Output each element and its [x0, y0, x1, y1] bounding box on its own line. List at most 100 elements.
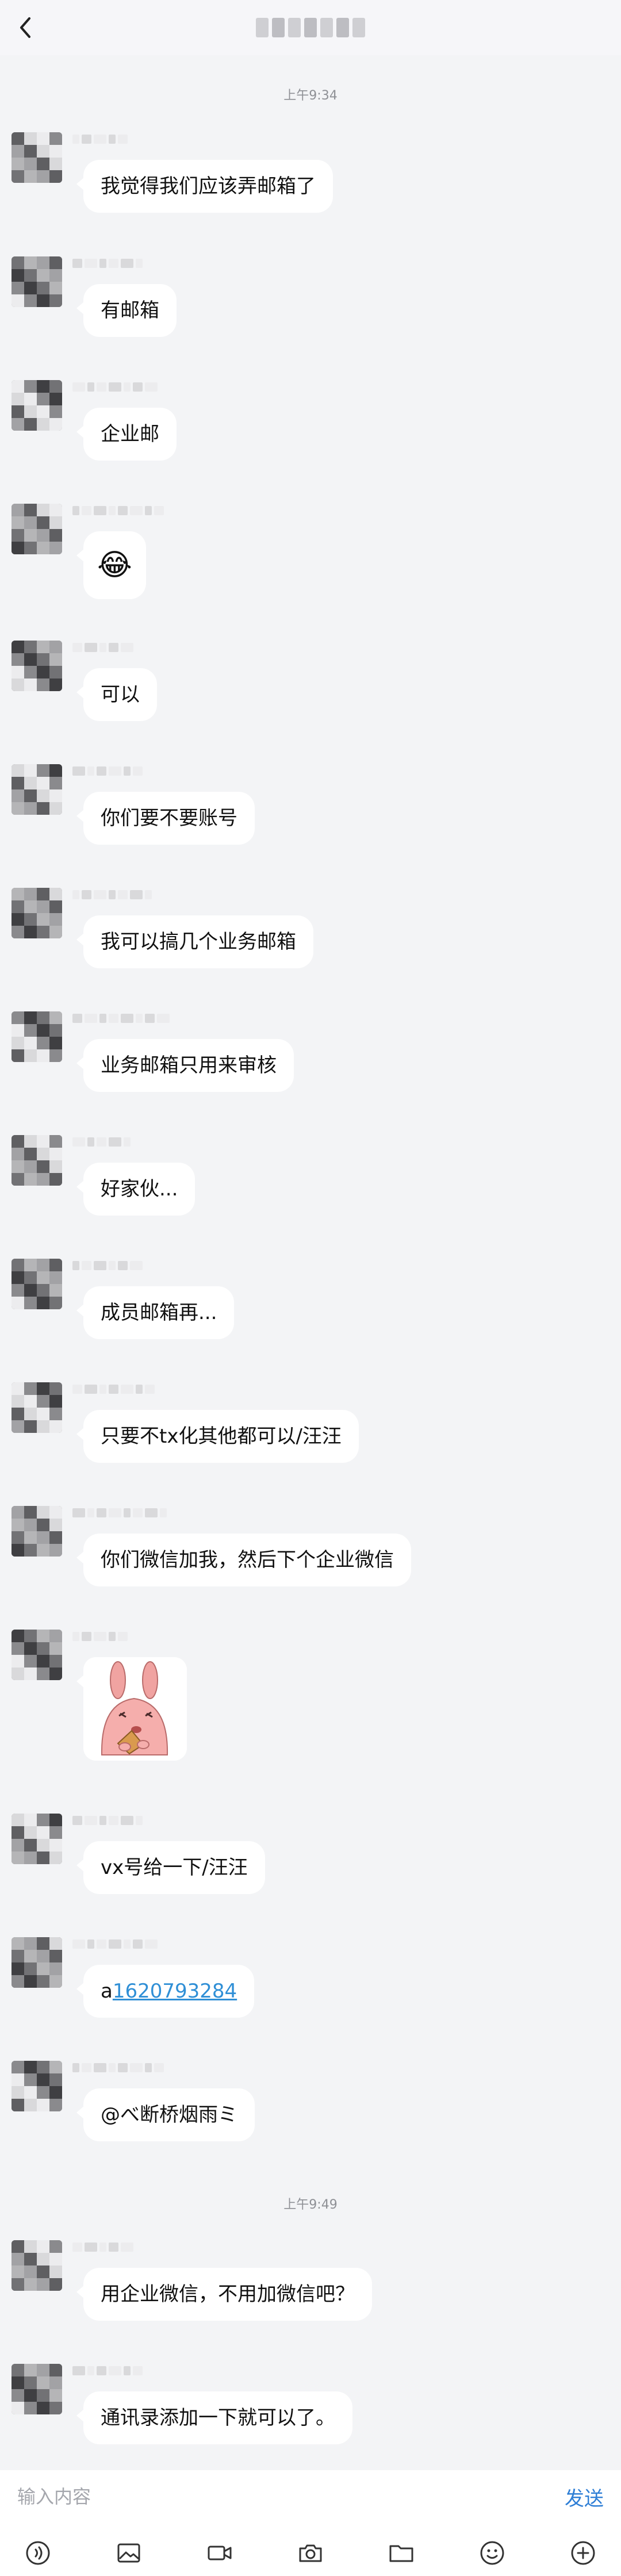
avatar[interactable] [12, 132, 62, 183]
avatar-mosaic-tile [12, 789, 24, 802]
message-bubble[interactable]: 通讯录添加一下就可以了。 [76, 2391, 352, 2444]
avatar-mosaic-tile [12, 926, 24, 938]
avatar-mosaic-tile [49, 900, 62, 913]
avatar-mosaic-tile [24, 542, 37, 554]
plus-icon[interactable] [568, 2538, 598, 2568]
sender-mosaic-block [154, 506, 164, 515]
message-list[interactable]: 上午9:34 我觉得我们应该弄邮箱了 有邮箱 企业邮 😂 可以 你们要不要账号 … [0, 55, 621, 2470]
avatar-mosaic-tile [24, 1284, 37, 1297]
avatar-mosaic-tile [37, 1544, 49, 1557]
avatar[interactable] [12, 1382, 62, 1433]
avatar[interactable] [12, 1937, 62, 1988]
avatar-mosaic-tile [49, 926, 62, 938]
avatar-mosaic-tile [24, 405, 37, 418]
avatar-mosaic-tile [24, 1271, 37, 1284]
message-bubble[interactable]: 企业邮 [76, 408, 177, 461]
avatar-mosaic-tile [37, 1297, 49, 1309]
input-bar: 发送 [0, 2470, 621, 2576]
avatar[interactable] [12, 764, 62, 815]
message-bubble[interactable]: vx号给一下/汪汪 [76, 1841, 265, 1894]
avatar[interactable] [12, 2364, 62, 2414]
sender-mosaic-block [72, 643, 82, 652]
avatar[interactable] [12, 1630, 62, 1680]
sender-mosaic-block [109, 1014, 118, 1023]
message-bubble[interactable]: 好家伙... [76, 1163, 195, 1216]
avatar-mosaic-tile [24, 2253, 37, 2266]
avatar-mosaic-tile [37, 516, 49, 529]
message-bubble[interactable]: 只要不tx化其他都可以/汪汪 [76, 1410, 359, 1463]
message-bubble[interactable]: 成员邮箱再... [76, 1286, 235, 1339]
message-bubble[interactable]: @べ断桥烟雨ミ [76, 2088, 255, 2141]
avatar-mosaic-tile [24, 1839, 37, 1851]
sender-mosaic-block [133, 1939, 143, 1949]
avatar-mosaic-tile [12, 2402, 24, 2414]
image-icon[interactable] [114, 2538, 144, 2568]
avatar-mosaic-tile [24, 1173, 37, 1186]
sender-mosaic-block [97, 766, 106, 776]
avatar[interactable] [12, 504, 62, 554]
message-bubble[interactable]: 业务邮箱只用来审核 [76, 1039, 294, 1092]
avatar-mosaic-tile [49, 802, 62, 815]
avatar-mosaic-tile [49, 1975, 62, 1988]
avatar-mosaic-tile [37, 1519, 49, 1531]
avatar-mosaic-tile [12, 1826, 24, 1839]
avatar[interactable] [12, 380, 62, 431]
avatar-mosaic-tile [12, 900, 24, 913]
message-input[interactable] [0, 2470, 570, 2523]
avatar-mosaic-tile [12, 2266, 24, 2278]
avatar[interactable] [12, 256, 62, 307]
message-bubble[interactable]: 用企业微信，不用加微信吧？ [76, 2268, 372, 2321]
pink-rabbit-eating-sticker[interactable] [76, 1657, 187, 1761]
avatar-mosaic-tile [37, 542, 49, 554]
avatar-mosaic-tile [37, 777, 49, 789]
avatar-mosaic-tile [49, 1271, 62, 1284]
avatar[interactable] [12, 1135, 62, 1186]
sender-mosaic-block [133, 766, 143, 776]
avatar[interactable] [12, 2240, 62, 2291]
avatar-mosaic-tile [12, 1049, 24, 1062]
emoji-message[interactable]: 😂 [76, 531, 146, 599]
avatar-mosaic-tile [12, 132, 24, 145]
sender-mosaic-block [99, 2242, 106, 2252]
avatar-mosaic-tile [37, 653, 49, 666]
emoji-icon[interactable] [477, 2538, 507, 2568]
avatar[interactable] [12, 641, 62, 691]
avatar-mosaic-tile [37, 269, 49, 282]
chevron-left-icon[interactable] [10, 13, 40, 43]
avatar-mosaic-tile [37, 1975, 49, 1988]
sender-mosaic-block [109, 2242, 118, 2252]
avatar[interactable] [12, 888, 62, 938]
voice-icon[interactable] [23, 2538, 53, 2568]
video-icon[interactable] [205, 2538, 235, 2568]
sender-mosaic-block [82, 1261, 91, 1270]
avatar-mosaic-tile [12, 1135, 24, 1148]
avatar[interactable] [12, 2061, 62, 2111]
avatar[interactable] [12, 1814, 62, 1864]
message-bubble[interactable]: 我可以搞几个业务邮箱 [76, 915, 313, 968]
avatar-mosaic-tile [37, 1024, 49, 1037]
avatar-mosaic-tile [49, 2402, 62, 2414]
avatar[interactable] [12, 1259, 62, 1309]
send-button[interactable]: 发送 [565, 2483, 604, 2511]
avatar-mosaic-tile [24, 2278, 37, 2291]
avatar-mosaic-tile [12, 1655, 24, 1667]
message-bubble[interactable]: 你们微信加我，然后下个企业微信 [76, 1534, 411, 1586]
sender-mosaic-block [97, 1939, 106, 1949]
avatar-mosaic-tile [37, 641, 49, 653]
message-bubble[interactable]: 我觉得我们应该弄邮箱了 [76, 160, 333, 213]
message-bubble[interactable]: 你们要不要账号 [76, 792, 255, 845]
link-text[interactable]: 1620793284 [113, 1980, 237, 2003]
message-bubble[interactable]: 有邮箱 [76, 284, 177, 337]
sender-mosaic-block [145, 1508, 158, 1517]
sender-name-redacted [72, 1011, 170, 1025]
folder-icon[interactable] [386, 2538, 416, 2568]
avatar-mosaic-tile [24, 926, 37, 938]
avatar[interactable] [12, 1506, 62, 1557]
message-bubble[interactable]: 可以 [76, 668, 157, 721]
avatar-mosaic-tile [49, 2376, 62, 2389]
avatar-mosaic-tile [12, 666, 24, 678]
sender-mosaic-block [72, 890, 79, 899]
camera-icon[interactable] [296, 2538, 325, 2568]
sender-mosaic-block [145, 1014, 155, 1023]
avatar[interactable] [12, 1011, 62, 1062]
